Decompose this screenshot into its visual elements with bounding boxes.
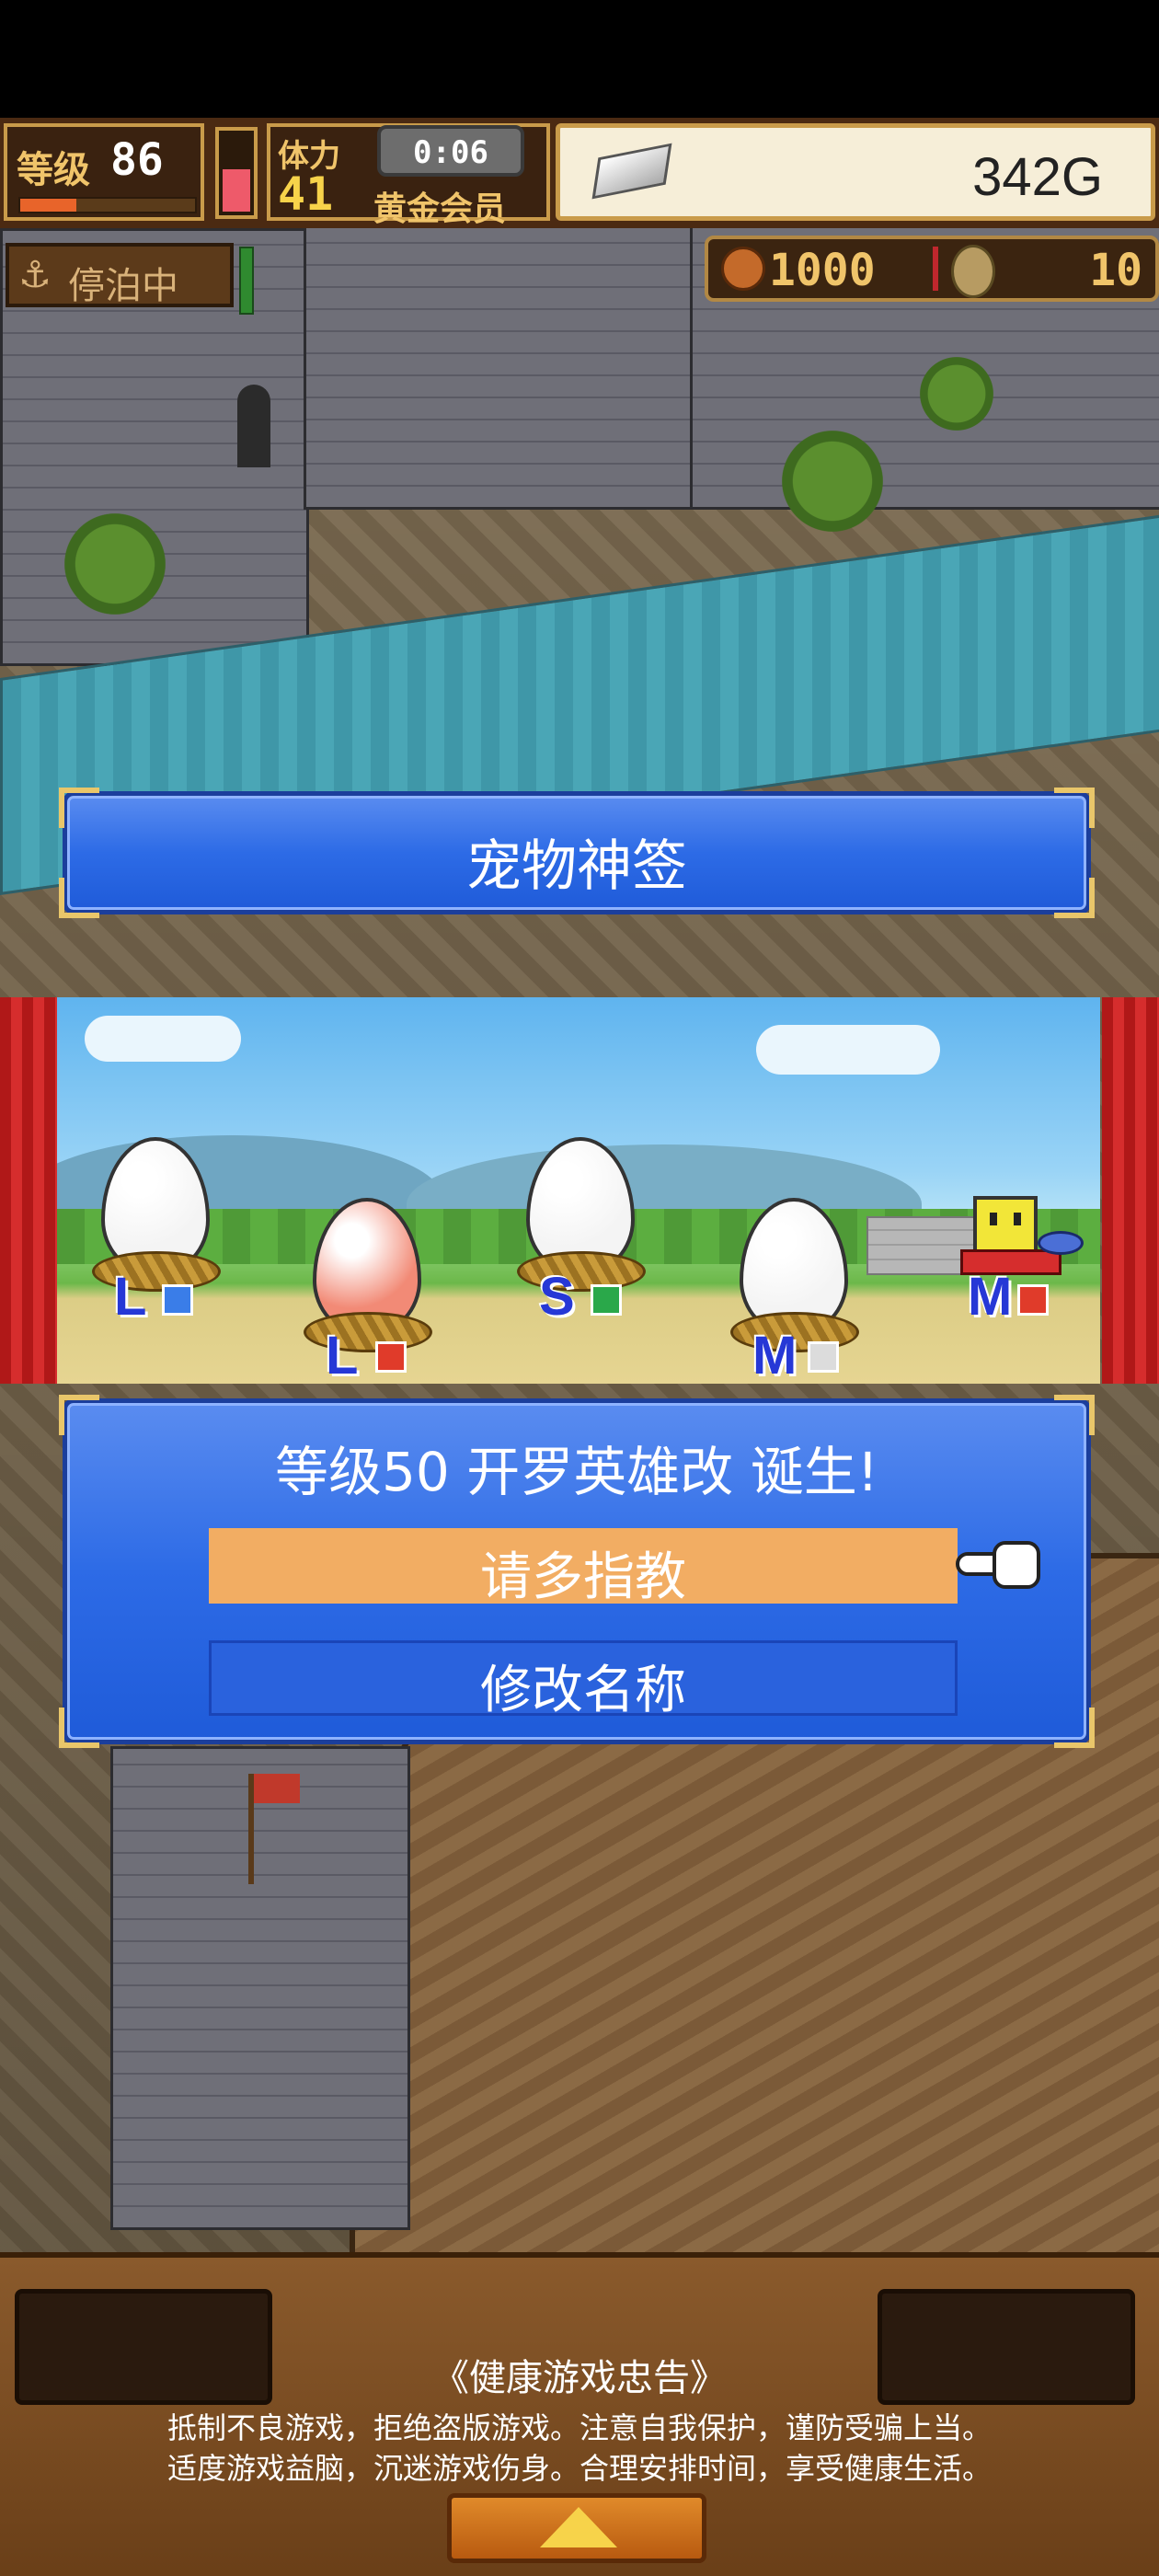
level-label: 等级 (17, 149, 90, 191)
frame-corner (1054, 788, 1095, 828)
rename-option-button[interactable]: 修改名称 (209, 1640, 958, 1720)
timer-box: 0:06 (377, 125, 524, 177)
hero-pet-eye (990, 1213, 997, 1225)
frame-corner (59, 1395, 99, 1435)
level-value: 86 (110, 134, 164, 186)
pet-size-letter: M (752, 1326, 798, 1384)
coin-icon (951, 245, 995, 298)
resource-divider (933, 247, 938, 291)
health-notice-line-1: 抵制不良游戏，拒绝盗版游戏。注意自我保护，谨防受骗上当。 (166, 2410, 992, 2445)
coin-value: 10 (1089, 245, 1142, 296)
health-notice-line-2: 适度游戏益脑，沉迷游戏伤身。合理安排时间，享受健康生活。 (166, 2451, 992, 2486)
pet-size-letter: L (326, 1326, 359, 1384)
resource-panel: 1000 10 (705, 236, 1159, 302)
left-curtain (0, 997, 57, 1384)
frame-corner (59, 788, 99, 828)
rename-option-label: 修改名称 (480, 1661, 686, 1720)
bush (782, 431, 883, 532)
frame-corner (59, 878, 99, 918)
level-panel: 等级 86 (4, 123, 204, 221)
frame-corner (1054, 1395, 1095, 1435)
pet-lottery-title: 宠物神签 (466, 834, 687, 899)
money-amount: 342G (972, 147, 1103, 207)
cloud (756, 1025, 940, 1075)
exp-bar (18, 197, 197, 213)
stamina-gauge-fill (223, 169, 250, 212)
pointing-hand-cursor-icon (956, 1534, 1044, 1594)
hero-pet-head (973, 1196, 1038, 1253)
cloud (85, 1016, 241, 1062)
bottom-toolbar: 《健康游戏忠告》 抵制不良游戏，拒绝盗版游戏。注意自我保护，谨防受骗上当。 适度… (0, 2252, 1159, 2576)
pet-size-letter: S (539, 1267, 575, 1327)
pet-stage: L L S M M (57, 997, 1100, 1384)
egg-nest (304, 1312, 432, 1352)
stamina-value: 41 (278, 167, 334, 221)
egg-nest (92, 1251, 221, 1292)
fire-element-icon (375, 1341, 407, 1373)
flag (254, 1774, 300, 1803)
pet-lottery-title-box: 宠物神签 (63, 791, 1091, 914)
money-panel: 342G (556, 123, 1155, 221)
hero-pet-eye (1014, 1213, 1021, 1225)
right-curtain (1102, 997, 1159, 1384)
arrow-up-icon (540, 2507, 617, 2547)
exp-bar-fill (20, 199, 76, 212)
wind-element-icon (808, 1341, 839, 1373)
castle-tower (110, 1746, 410, 2230)
health-notice-title: 《健康游戏忠告》 (432, 2357, 727, 2399)
hero-pet-wing (1038, 1231, 1084, 1255)
food-icon (721, 247, 765, 291)
frame-corner (59, 1708, 99, 1748)
docked-status-text: 停泊中 (68, 265, 178, 307)
castle-door (237, 385, 270, 467)
fire-element-icon (1017, 1284, 1049, 1316)
membership-label: 黄金会员 (373, 190, 507, 228)
timer-text: 0:06 (413, 134, 488, 171)
water-element-icon (162, 1284, 193, 1316)
greet-option-label: 请多指教 (480, 1547, 686, 1607)
hatch-message: 等级50 开罗英雄改 诞生! (275, 1441, 878, 1503)
docked-gauge (239, 247, 254, 315)
stamina-gauge (215, 127, 258, 219)
egg-nest (517, 1251, 646, 1292)
bush (64, 513, 166, 615)
hatch-dialog: 等级50 开罗英雄改 诞生! 请多指教 修改名称 (63, 1398, 1091, 1744)
greet-option-button[interactable]: 请多指教 (209, 1528, 958, 1607)
silver-ingot-icon (591, 143, 672, 200)
docked-status-badge: ⚓ 停泊中 (6, 243, 234, 307)
anchor-icon: ⚓ (18, 254, 52, 296)
pet-size-letter: M (968, 1267, 1013, 1327)
frame-corner (1054, 878, 1095, 918)
bush (920, 357, 993, 431)
pet-size-letter: L (114, 1267, 147, 1327)
expand-menu-button[interactable] (447, 2493, 706, 2563)
earth-element-icon (591, 1284, 622, 1316)
hand-palm (993, 1541, 1040, 1589)
food-value: 1000 (769, 245, 876, 296)
frame-corner (1054, 1708, 1095, 1748)
stamina-panel: 体力 41 0:06 黄金会员 (267, 123, 550, 228)
